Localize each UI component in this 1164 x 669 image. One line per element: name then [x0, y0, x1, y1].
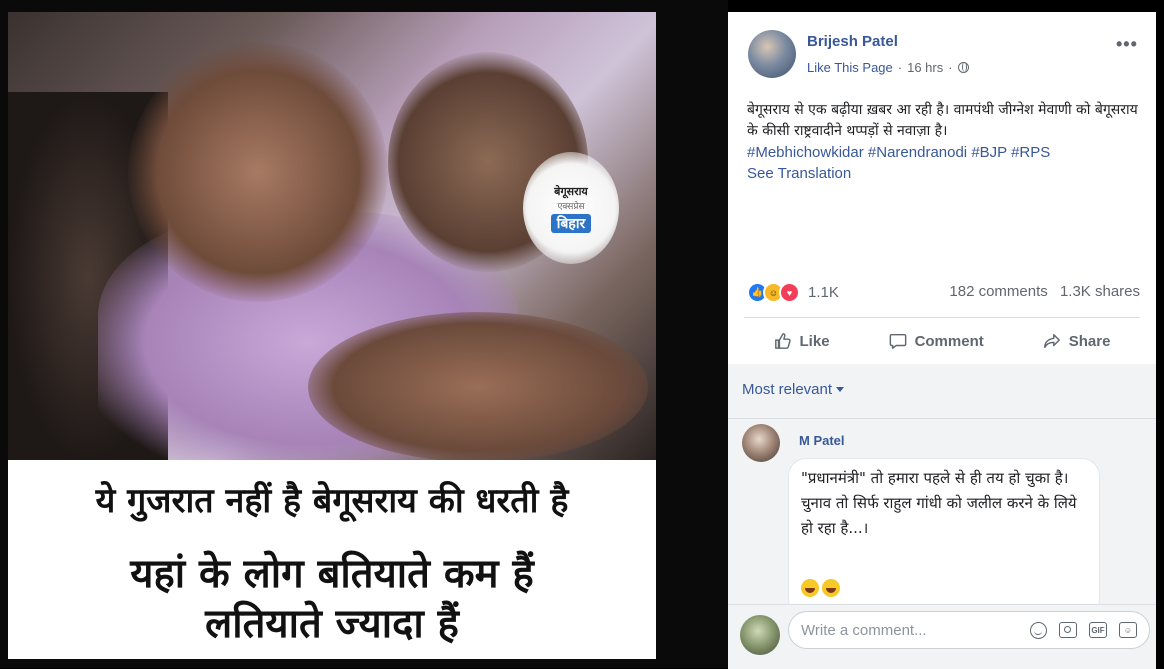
like-page-link[interactable]: Like This Page [807, 60, 893, 75]
meta-separator: · [948, 60, 953, 75]
laughing-emoji-icon [801, 579, 819, 597]
post-meta: Like This Page · 16 hrs · [807, 60, 969, 75]
share-icon [1043, 333, 1060, 349]
like-label: Like [799, 332, 830, 350]
meta-separator: · [897, 60, 903, 75]
comment-tools: GIF ☺ [1030, 621, 1149, 639]
share-label: Share [1068, 332, 1111, 350]
write-comment-bar: Write a comment... GIF ☺ [728, 604, 1156, 669]
hashtag-link[interactable]: #BJP [971, 144, 1007, 161]
caption-line: यहां के लोग बतियाते कम हैं [130, 551, 534, 597]
laughing-emoji-icon [822, 579, 840, 597]
divider [744, 317, 1140, 318]
commenter-name[interactable]: M Patel [799, 433, 845, 448]
hashtag-link[interactable]: #Mebhichowkidar [747, 144, 864, 161]
comments-section: Most relevant M Patel "प्रधानमंत्री" तो … [728, 364, 1156, 669]
emoji-icon[interactable] [1030, 621, 1047, 639]
caption-line: ये गुजरात नहीं है बेगूसराय की धरती है [95, 481, 569, 521]
see-translation-link[interactable]: See Translation [747, 163, 1147, 184]
sticker-icon[interactable]: ☺ [1119, 622, 1137, 638]
post-text: बेगूसराय से एक बढ़ीया ख़बर आ रही है। वाम… [747, 102, 1138, 139]
more-options-icon[interactable]: ••• [1116, 34, 1138, 55]
comment-bubble: "प्रधानमंत्री" तो हमारा पहले से ही तय हो… [788, 458, 1100, 618]
love-reaction-icon: ♥ [779, 282, 800, 303]
reaction-count[interactable]: 1.1K [808, 284, 839, 301]
post-side-panel: Brijesh Patel Like This Page · 16 hrs · … [728, 12, 1156, 669]
logo-text: एक्सप्रेस [557, 201, 585, 212]
globe-icon [957, 62, 969, 73]
reactions-summary[interactable]: 👍 ☺ ♥ 1.1K [747, 282, 839, 303]
author-name[interactable]: Brijesh Patel [807, 33, 898, 50]
gif-icon[interactable]: GIF [1089, 622, 1107, 638]
photo-figure [128, 42, 388, 302]
share-button[interactable]: Share [1043, 332, 1111, 350]
logo-text: बेगूसराय [554, 184, 588, 198]
channel-logo: बेगूसराय एक्सप्रेस बिहार [523, 152, 619, 264]
logo-text: बिहार [550, 213, 592, 233]
comment-placeholder: Write a comment... [801, 621, 927, 639]
comments-count[interactable]: 182 comments [949, 283, 1047, 300]
caret-down-icon [836, 387, 845, 392]
comment-input[interactable]: Write a comment... GIF ☺ [788, 611, 1150, 649]
comment-text: "प्रधानमंत्री" तो हमारा पहले से ही तय हो… [801, 469, 1069, 487]
engagement-counts: 182 comments 1.3K shares [941, 283, 1140, 300]
comment-label: Comment [914, 332, 984, 350]
post-body: बेगूसराय से एक बढ़ीया ख़बर आ रही है। वाम… [747, 100, 1147, 184]
comment-button[interactable]: Comment [889, 332, 984, 350]
camera-icon[interactable] [1059, 622, 1077, 638]
author-avatar[interactable] [748, 30, 796, 78]
like-button[interactable]: Like [774, 332, 830, 350]
thumbs-up-icon [774, 333, 791, 349]
viewer-avatar [740, 615, 780, 655]
comment-sort-dropdown[interactable]: Most relevant [742, 381, 845, 398]
comment-sort-label: Most relevant [742, 381, 833, 398]
post-actions: Like Comment Share [744, 322, 1140, 360]
divider [728, 418, 1156, 419]
hashtag-link[interactable]: #RPS [1011, 144, 1050, 161]
comment-text: चुनाव तो सिर्फ राहुल गांधी को जलील करने … [801, 494, 1077, 537]
image-caption: ये गुजरात नहीं है बेगूसराय की धरती है यह… [8, 460, 656, 659]
hashtag-link[interactable]: #Narendranodi [868, 144, 967, 161]
comment-icon [889, 333, 906, 349]
post-hashtags: #Mebhichowkidar #Narendranodi #BJP #RPS [747, 142, 1147, 163]
shares-count[interactable]: 1.3K shares [1060, 283, 1140, 300]
post-image-area: बेगूसराय एक्सप्रेस बिहार ये गुजरात नहीं … [0, 0, 728, 668]
post-photo[interactable]: बेगूसराय एक्सप्रेस बिहार [8, 12, 656, 460]
post-time[interactable]: 16 hrs [907, 60, 943, 75]
photo-figure [308, 312, 648, 460]
commenter-avatar[interactable] [742, 424, 780, 462]
caption-line: लतियाते ज्यादा हैं [205, 601, 459, 647]
